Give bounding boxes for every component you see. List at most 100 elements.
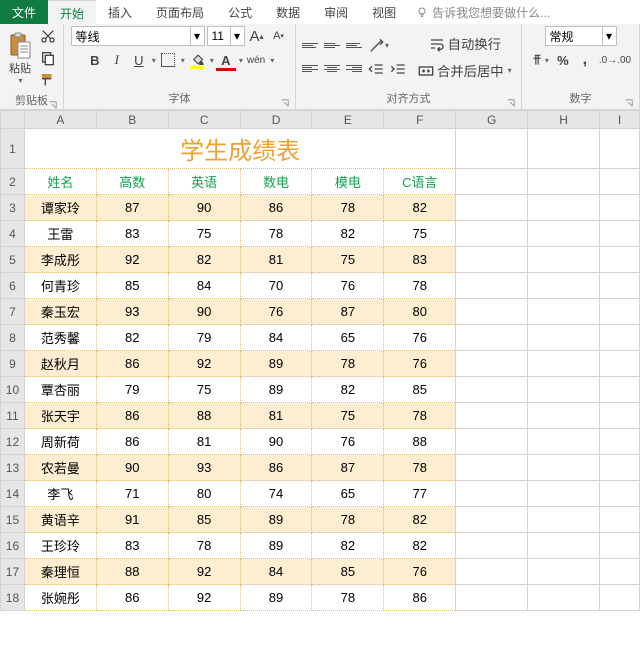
col-header[interactable]: E [312, 111, 384, 129]
cell[interactable]: 张天宇 [24, 403, 96, 429]
cell[interactable] [456, 559, 528, 585]
cell[interactable]: 模电 [312, 169, 384, 195]
cell[interactable]: 78 [312, 507, 384, 533]
cell[interactable] [456, 273, 528, 299]
col-header[interactable]: F [384, 111, 456, 129]
cell[interactable]: 85 [312, 559, 384, 585]
cell[interactable]: 93 [96, 299, 168, 325]
cell[interactable]: 76 [384, 325, 456, 351]
row-header[interactable]: 5 [1, 247, 25, 273]
cell[interactable]: 84 [168, 273, 240, 299]
cell[interactable] [528, 169, 600, 195]
cell[interactable]: 75 [168, 377, 240, 403]
cell[interactable] [456, 429, 528, 455]
chevron-down-icon[interactable]: ▾ [270, 56, 274, 65]
cell[interactable]: 65 [312, 481, 384, 507]
cell[interactable]: 范秀馨 [24, 325, 96, 351]
cell[interactable]: 谭家玲 [24, 195, 96, 221]
cell[interactable] [528, 481, 600, 507]
row-header[interactable]: 9 [1, 351, 25, 377]
cell[interactable]: 74 [240, 481, 312, 507]
cell[interactable]: 86 [96, 585, 168, 611]
cell[interactable]: 90 [96, 455, 168, 481]
cell[interactable]: 82 [384, 507, 456, 533]
cell[interactable]: 秦理恒 [24, 559, 96, 585]
cell[interactable]: 70 [240, 273, 312, 299]
phonetic-button[interactable]: wén [245, 50, 267, 70]
cell[interactable]: 89 [240, 377, 312, 403]
bold-button[interactable]: B [85, 50, 105, 70]
cell[interactable]: 91 [96, 507, 168, 533]
underline-button[interactable]: U [129, 50, 149, 70]
wrap-text-button[interactable]: 自动换行 [414, 32, 516, 55]
cell[interactable] [599, 299, 639, 325]
col-header[interactable]: B [96, 111, 168, 129]
cell[interactable] [528, 221, 600, 247]
align-bottom-button[interactable] [344, 36, 364, 56]
cell[interactable]: 王雷 [24, 221, 96, 247]
cell[interactable]: 79 [168, 325, 240, 351]
cell[interactable] [528, 377, 600, 403]
cell[interactable]: 姓名 [24, 169, 96, 195]
cell[interactable]: 92 [168, 351, 240, 377]
cell[interactable]: 92 [96, 247, 168, 273]
cell[interactable] [528, 129, 600, 169]
row-header[interactable]: 13 [1, 455, 25, 481]
cell[interactable] [599, 585, 639, 611]
col-header[interactable]: H [528, 111, 600, 129]
increase-decimal-button[interactable]: .0→.00 [597, 50, 633, 70]
col-header[interactable]: A [24, 111, 96, 129]
font-launcher[interactable] [281, 99, 289, 107]
align-left-button[interactable] [300, 59, 320, 79]
row-header[interactable]: 3 [1, 195, 25, 221]
cell[interactable] [456, 533, 528, 559]
row-header[interactable]: 15 [1, 507, 25, 533]
cell[interactable] [599, 351, 639, 377]
row-header[interactable]: 11 [1, 403, 25, 429]
cell[interactable]: 李成彤 [24, 247, 96, 273]
fill-color-button[interactable] [187, 50, 207, 70]
tab-file[interactable]: 文件 [0, 0, 48, 24]
cell[interactable] [456, 247, 528, 273]
cell[interactable]: 78 [168, 533, 240, 559]
cell[interactable]: 90 [168, 195, 240, 221]
align-center-button[interactable] [322, 59, 342, 79]
cell[interactable]: 84 [240, 559, 312, 585]
cell[interactable] [599, 533, 639, 559]
cell[interactable]: 高数 [96, 169, 168, 195]
cell[interactable] [599, 429, 639, 455]
paste-button[interactable]: 粘贴 ▾ [4, 30, 36, 87]
cell[interactable]: 81 [240, 403, 312, 429]
cell[interactable]: 78 [384, 403, 456, 429]
merge-center-button[interactable]: 合并后居中▾ [414, 59, 516, 82]
cell[interactable]: 覃杏丽 [24, 377, 96, 403]
cell[interactable] [456, 195, 528, 221]
cell[interactable]: 90 [240, 429, 312, 455]
cell[interactable] [599, 195, 639, 221]
cell[interactable]: 周新荷 [24, 429, 96, 455]
cell[interactable]: 87 [312, 455, 384, 481]
cell[interactable]: 82 [96, 325, 168, 351]
percent-button[interactable]: % [553, 50, 573, 70]
cell[interactable] [599, 507, 639, 533]
cell[interactable]: 81 [240, 247, 312, 273]
cell[interactable]: 87 [96, 195, 168, 221]
border-button[interactable] [158, 50, 178, 70]
worksheet[interactable]: A B C D E F G H I 1学生成绩表2姓名高数英语数电模电C语言3谭… [0, 110, 640, 611]
cell[interactable]: 85 [384, 377, 456, 403]
cell[interactable] [599, 247, 639, 273]
cell[interactable]: 黄语辛 [24, 507, 96, 533]
cell[interactable]: 86 [240, 195, 312, 221]
cell[interactable]: 78 [240, 221, 312, 247]
italic-button[interactable]: I [107, 50, 127, 70]
cell[interactable]: 张婉彤 [24, 585, 96, 611]
cell[interactable]: 78 [312, 351, 384, 377]
cell[interactable] [456, 377, 528, 403]
cell[interactable]: 赵秋月 [24, 351, 96, 377]
row-header[interactable]: 8 [1, 325, 25, 351]
comma-button[interactable]: , [575, 50, 595, 70]
copy-button[interactable] [38, 48, 58, 68]
cell[interactable]: 75 [384, 221, 456, 247]
row-header[interactable]: 1 [1, 129, 25, 169]
cell[interactable]: 85 [96, 273, 168, 299]
